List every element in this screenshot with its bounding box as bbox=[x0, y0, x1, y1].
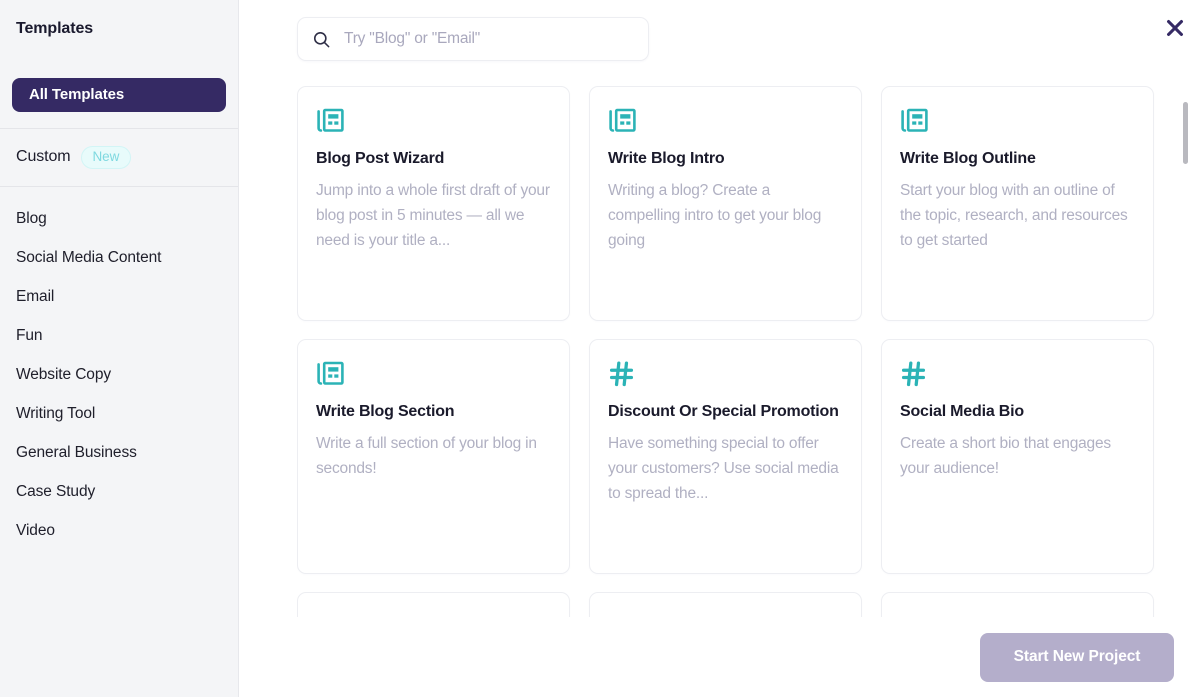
hash-icon bbox=[608, 360, 843, 390]
templates-grid: Blog Post Wizard Jump into a whole first… bbox=[297, 86, 1190, 697]
grid-scrollbar-thumb[interactable] bbox=[1183, 102, 1188, 164]
main-panel: Blog Post Wizard Jump into a whole first… bbox=[239, 0, 1200, 697]
sidebar-item-website-copy[interactable]: Website Copy bbox=[0, 356, 238, 395]
sidebar-item-all-templates[interactable]: All Templates bbox=[12, 78, 226, 112]
newspaper-icon bbox=[608, 107, 843, 137]
sidebar-title: Templates bbox=[16, 20, 94, 37]
templates-grid-viewport: Blog Post Wizard Jump into a whole first… bbox=[297, 86, 1190, 697]
hash-icon bbox=[900, 360, 1135, 390]
sidebar-item-writing-tool[interactable]: Writing Tool bbox=[0, 395, 238, 434]
start-new-project-button[interactable]: Start New Project bbox=[980, 632, 1174, 682]
sidebar: Templates All Templates Custom New Blog … bbox=[0, 0, 239, 697]
sidebar-item-general-business[interactable]: General Business bbox=[0, 434, 238, 473]
template-card-title: Social Media Bio bbox=[900, 403, 1024, 420]
close-icon bbox=[1167, 20, 1183, 36]
all-templates-label: All Templates bbox=[29, 86, 125, 103]
newspaper-icon bbox=[316, 360, 551, 390]
templates-modal: Templates All Templates Custom New Blog … bbox=[0, 0, 1200, 697]
template-card-title: Blog Post Wizard bbox=[316, 150, 445, 167]
template-card-description: Create a short bio that engages your aud… bbox=[900, 435, 1111, 477]
sidebar-item-video[interactable]: Video bbox=[0, 512, 238, 551]
template-card[interactable]: Blog Post Wizard Jump into a whole first… bbox=[297, 86, 570, 321]
template-card-description: Jump into a whole first draft of your bl… bbox=[316, 182, 550, 249]
sidebar-item-custom[interactable]: Custom New bbox=[0, 129, 238, 186]
template-card-description: Write a full section of your blog in sec… bbox=[316, 435, 537, 477]
template-card-title: Write Blog Outline bbox=[900, 150, 1036, 167]
search-row bbox=[239, 0, 1200, 61]
custom-label: Custom bbox=[16, 148, 71, 166]
template-card-description: Start your blog with an outline of the t… bbox=[900, 182, 1128, 249]
template-card[interactable]: Write Blog Outline Start your blog with … bbox=[881, 86, 1154, 321]
sidebar-item-blog[interactable]: Blog bbox=[0, 200, 238, 239]
template-card-description: Have something special to offer your cus… bbox=[608, 435, 839, 502]
search-input[interactable] bbox=[342, 29, 634, 49]
newspaper-icon bbox=[316, 107, 551, 137]
sidebar-item-email[interactable]: Email bbox=[0, 278, 238, 317]
template-card[interactable]: Write Blog Intro Writing a blog? Create … bbox=[589, 86, 862, 321]
template-card[interactable]: Social Media Bio Create a short bio that… bbox=[881, 339, 1154, 574]
sidebar-item-case-study[interactable]: Case Study bbox=[0, 473, 238, 512]
all-templates-wrapper: All Templates bbox=[0, 38, 238, 112]
template-card-description: Writing a blog? Create a compelling intr… bbox=[608, 182, 822, 249]
template-card[interactable]: Write Blog Section Write a full section … bbox=[297, 339, 570, 574]
grid-scrollbar[interactable] bbox=[1183, 86, 1188, 637]
newspaper-icon bbox=[900, 107, 1135, 137]
new-badge: New bbox=[80, 146, 132, 169]
close-button[interactable] bbox=[1160, 13, 1190, 43]
sidebar-item-social-media-content[interactable]: Social Media Content bbox=[0, 239, 238, 278]
sidebar-category-list: Blog Social Media Content Email Fun Webs… bbox=[0, 187, 238, 551]
sidebar-item-fun[interactable]: Fun bbox=[0, 317, 238, 356]
footer-bar: Start New Project bbox=[239, 617, 1200, 697]
template-card-title: Write Blog Section bbox=[316, 403, 455, 420]
template-card-title: Write Blog Intro bbox=[608, 150, 725, 167]
search-box[interactable] bbox=[297, 17, 649, 61]
template-card[interactable]: Discount Or Special Promotion Have somet… bbox=[589, 339, 862, 574]
template-card-title: Discount Or Special Promotion bbox=[608, 403, 839, 420]
search-icon bbox=[312, 30, 331, 49]
